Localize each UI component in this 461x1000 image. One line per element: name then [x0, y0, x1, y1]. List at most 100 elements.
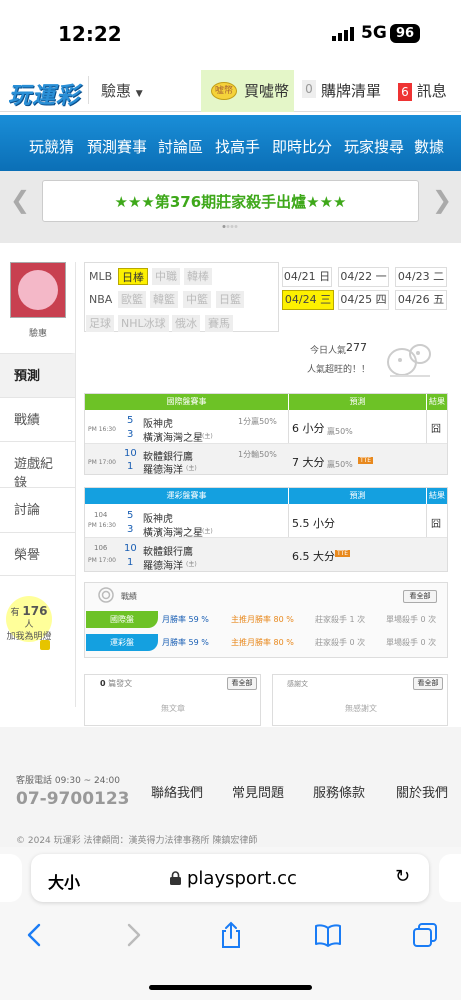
lottery-pred-col: 預測	[289, 488, 426, 504]
lock-icon	[170, 871, 181, 885]
messages-button[interactable]: 6 訊息	[398, 80, 447, 101]
team-number: 1	[127, 461, 134, 472]
nav-item-live-score[interactable]: 即時比分	[272, 136, 332, 157]
tab-record[interactable]: 戰績	[0, 397, 75, 441]
posts-see-all-button[interactable]: 看全部	[227, 677, 257, 690]
thanks-title: 感謝文	[287, 680, 308, 688]
footer	[0, 727, 461, 847]
handicap: 1分輸50%	[238, 450, 277, 459]
nav-item-player-search[interactable]: 玩家搜尋	[344, 136, 404, 157]
game-number: 104	[94, 511, 108, 519]
url-text[interactable]: playsport.cc	[187, 868, 297, 889]
league-sbl[interactable]: 中籃	[183, 291, 211, 308]
league-cpbl[interactable]: 中職	[152, 268, 180, 285]
league-npb[interactable]: 日棒	[118, 268, 148, 285]
share-icon[interactable]	[216, 920, 246, 950]
date-0422[interactable]: 04/22 一	[338, 267, 389, 287]
game-time: PM 16:30	[88, 426, 116, 433]
league-nba[interactable]: NBA	[86, 291, 115, 308]
user-menu-button[interactable]: 驗惠 ▼	[101, 80, 143, 101]
nav-item-forum[interactable]: 討論區	[158, 136, 203, 157]
prediction-pick[interactable]: 5.5 小分	[292, 515, 335, 531]
record-intl-label[interactable]: 國際盤	[86, 611, 158, 628]
reload-icon[interactable]: ↻	[395, 866, 410, 887]
team-number: 5	[127, 510, 134, 521]
prediction-pick[interactable]: 7 大分	[292, 454, 325, 470]
prediction-pick[interactable]: 6 小分	[292, 420, 325, 436]
footer-link-terms[interactable]: 服務條款	[313, 782, 365, 801]
league-kbo[interactable]: 韓棒	[184, 268, 212, 285]
record-lottery-label[interactable]: 運彩盤	[86, 634, 158, 651]
date-0426[interactable]: 04/26 五	[395, 290, 447, 310]
chevron-right-icon[interactable]: ❯	[432, 186, 452, 214]
tab-predict[interactable]: 預測	[0, 353, 75, 397]
team-number: 1	[127, 557, 134, 568]
home-indicator	[149, 985, 312, 990]
footer-link-about[interactable]: 關於我們	[396, 782, 448, 801]
bookmarks-icon[interactable]	[313, 920, 343, 950]
league-soccer[interactable]: 足球	[86, 315, 114, 332]
footer-link-faq[interactable]: 常見問題	[232, 782, 284, 801]
date-0423[interactable]: 04/23 二	[395, 267, 447, 287]
footer-link-contact[interactable]: 聯絡我們	[151, 782, 203, 801]
record-see-all-button[interactable]: 看全部	[403, 590, 437, 603]
posts-title: 篇發文	[108, 679, 133, 688]
service-hours: 客服電話 09:30 ~ 24:00	[16, 776, 120, 786]
service-phone[interactable]: 07-9700123	[16, 789, 130, 809]
tabs-icon[interactable]	[410, 920, 440, 950]
divider	[88, 76, 89, 104]
back-icon[interactable]	[20, 920, 50, 950]
user-menu-label: 驗惠	[101, 82, 132, 100]
league-kbl[interactable]: 韓籃	[150, 291, 178, 308]
prediction-pick[interactable]: 6.5 大分	[292, 548, 335, 564]
next-tab-peek[interactable]	[439, 854, 461, 902]
record-lottery-single: 單場殺手 0 次	[386, 638, 437, 647]
tab-honor[interactable]: 榮譽	[0, 532, 75, 576]
cart-count-badge: 0	[302, 80, 316, 98]
prev-tab-peek[interactable]	[0, 854, 22, 902]
date-0421[interactable]: 04/21 日	[282, 267, 332, 287]
nav-item-data[interactable]: 數據	[414, 136, 444, 157]
followers-badge[interactable]: 有 176 人加我為明燈	[6, 596, 52, 642]
record-icon	[98, 587, 114, 603]
nav-item-predict[interactable]: 預測賽事	[87, 136, 147, 157]
record-intl-single: 單場殺手 0 次	[386, 615, 437, 624]
game-time: PM 16:30	[88, 522, 116, 529]
league-khl[interactable]: 俄冰	[172, 315, 200, 332]
league-mlb[interactable]: MLB	[86, 268, 115, 285]
banner-text[interactable]: ★★★第376期莊家殺手出爐★★★	[42, 180, 419, 222]
popularity-note: 人氣超旺的！！	[307, 365, 371, 375]
caret-down-icon: ▼	[135, 89, 143, 99]
record-intl-main-rate: 主推月勝率 80 %	[231, 615, 294, 624]
carousel-dots	[222, 225, 238, 228]
team-number: 10	[124, 448, 137, 459]
date-0425[interactable]: 04/25 四	[338, 290, 389, 310]
network-label: 5G	[361, 23, 387, 43]
forward-icon[interactable]	[118, 920, 148, 950]
popularity-label: 今日人氣	[310, 346, 347, 356]
league-euro-basket[interactable]: 歐籃	[118, 291, 146, 308]
league-horse[interactable]: 賽馬	[205, 315, 233, 332]
mascot-icon	[387, 344, 431, 377]
nav-item-experts[interactable]: 找高手	[215, 136, 260, 157]
posts-count-value: 0	[100, 679, 106, 688]
buy-coin-label: 買噓幣	[244, 82, 290, 100]
tab-game-history[interactable]: 遊戲紀錄	[0, 441, 75, 491]
league-bleague[interactable]: 日籃	[216, 291, 244, 308]
lottery-result-col: 結果	[427, 488, 447, 504]
date-0424[interactable]: 04/24 三	[282, 290, 334, 310]
site-logo[interactable]: 玩運彩	[8, 76, 80, 110]
text-size-button[interactable]: 大小	[48, 869, 80, 893]
record-intl-killer: 莊家殺手 1 次	[315, 615, 366, 624]
team-number: 3	[127, 429, 134, 440]
team-number: 3	[127, 524, 134, 535]
cart-button[interactable]: 0 購牌清單	[302, 80, 381, 101]
battery-icon: 96	[390, 24, 420, 43]
nav-item-guess[interactable]: 玩競猜	[29, 136, 74, 157]
chevron-left-icon[interactable]: ❮	[10, 186, 30, 214]
team-name: 阪神虎	[143, 514, 173, 525]
tab-discussion[interactable]: 討論	[0, 487, 75, 531]
league-nhl[interactable]: NHL冰球	[118, 315, 169, 332]
team-name: 羅德海洋	[143, 561, 183, 572]
thanks-see-all-button[interactable]: 看全部	[413, 677, 443, 690]
